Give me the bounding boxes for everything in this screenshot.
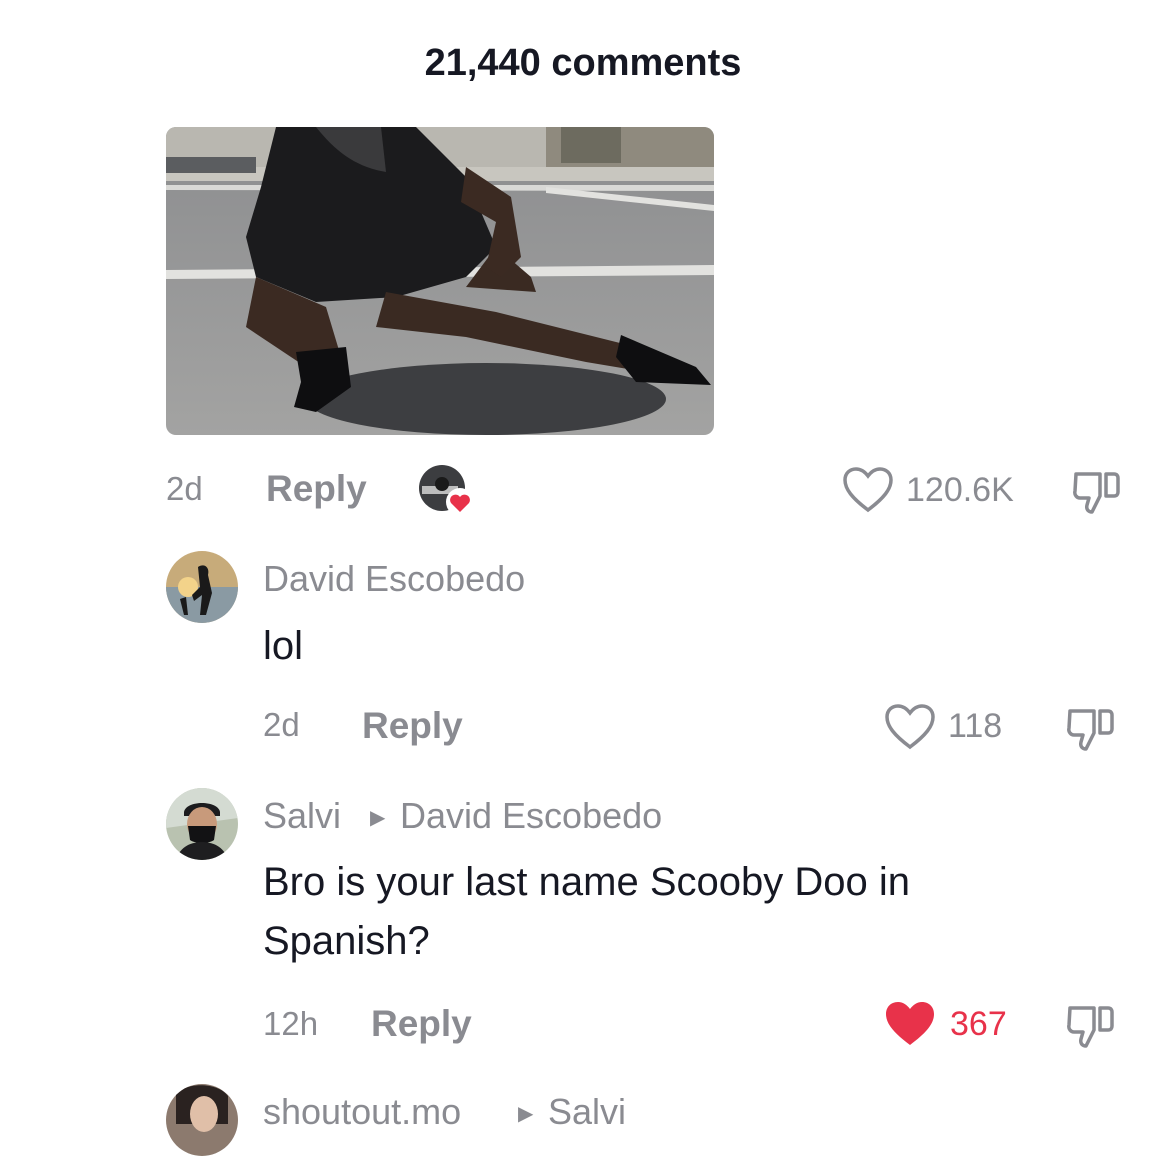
- street-photo-image: [166, 127, 714, 435]
- comment-photo[interactable]: [166, 127, 714, 435]
- reply-arrow-icon: ▶: [370, 807, 386, 829]
- comment-time: 2d: [263, 706, 300, 743]
- dislike-button[interactable]: [1070, 466, 1122, 523]
- comment-time: 2d: [166, 470, 203, 507]
- username[interactable]: David Escobedo: [263, 558, 525, 600]
- dislike-button[interactable]: [1064, 1000, 1116, 1057]
- creator-liked-badge: [418, 464, 474, 516]
- heart-outline-icon: [843, 467, 893, 513]
- avatar[interactable]: [166, 551, 238, 623]
- heart-filled-icon: [886, 1002, 934, 1045]
- heart-outline-icon: [885, 704, 935, 750]
- comments-count-title: 21,440 comments: [424, 42, 742, 84]
- dislike-icon: [1067, 1006, 1114, 1048]
- avatar[interactable]: [166, 788, 238, 860]
- reply-arrow-icon: ▶: [518, 1103, 534, 1125]
- like-button[interactable]: [884, 703, 936, 756]
- like-count: 367: [950, 1005, 1007, 1043]
- dislike-icon: [1067, 709, 1114, 751]
- comment-text-line: Spanish?: [263, 919, 430, 963]
- comment-text-line: Bro is your last name Scooby Doo in: [263, 860, 910, 904]
- like-count: 120.6K: [906, 471, 1014, 509]
- reply-button[interactable]: Reply: [371, 1003, 472, 1045]
- avatar[interactable]: [166, 1084, 238, 1156]
- reply-button[interactable]: Reply: [266, 468, 367, 510]
- comment-time: 12h: [263, 1005, 319, 1042]
- like-button[interactable]: [842, 466, 894, 519]
- reply-to-username[interactable]: David Escobedo: [400, 795, 662, 837]
- username[interactable]: Salvi: [263, 795, 341, 837]
- reply-to-username[interactable]: Salvi: [548, 1091, 626, 1133]
- comment-text: lol: [263, 624, 304, 668]
- like-count: 118: [948, 707, 1003, 745]
- dislike-button[interactable]: [1064, 703, 1116, 760]
- username[interactable]: shoutout.mo: [263, 1091, 461, 1133]
- like-button-active[interactable]: [884, 1000, 936, 1053]
- reply-button[interactable]: Reply: [362, 705, 463, 747]
- dislike-icon: [1073, 472, 1120, 514]
